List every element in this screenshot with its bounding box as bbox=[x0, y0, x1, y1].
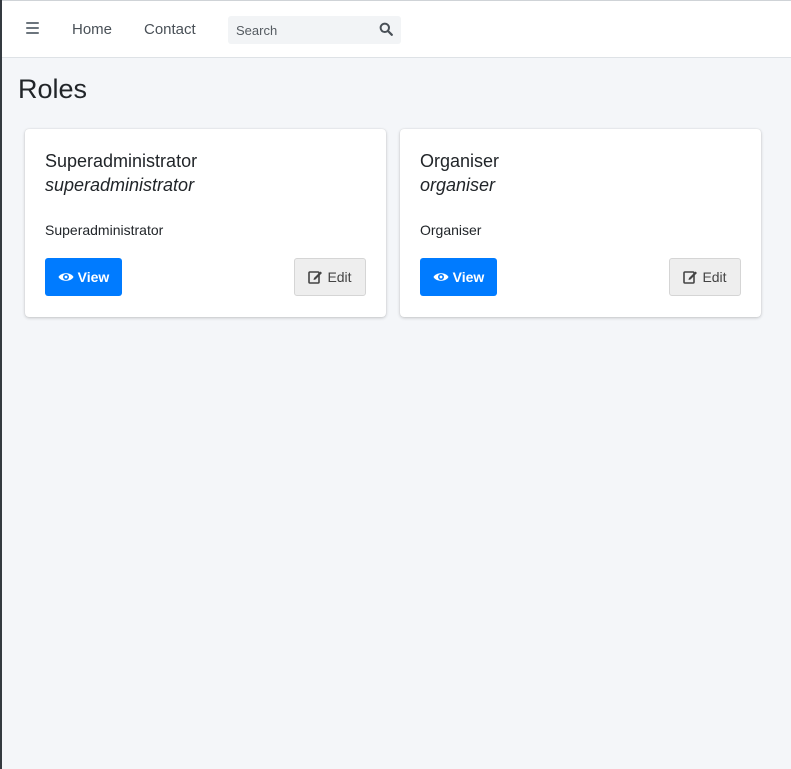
role-slug: superadministrator bbox=[45, 175, 195, 195]
top-navbar: Home Contact bbox=[2, 0, 791, 58]
role-card: Superadministrator superadministrator Su… bbox=[25, 129, 386, 317]
view-button[interactable]: View bbox=[420, 258, 497, 296]
nav-link-contact[interactable]: Contact bbox=[144, 21, 196, 38]
view-button-label: View bbox=[452, 269, 485, 285]
sidebar-edge bbox=[0, 0, 2, 769]
hamburger-icon-bar bbox=[26, 27, 39, 29]
menu-toggle-button[interactable] bbox=[26, 22, 40, 36]
role-description: Superadministrator bbox=[45, 222, 164, 238]
edit-button[interactable]: Edit bbox=[669, 258, 741, 296]
edit-button-label: Edit bbox=[702, 269, 727, 285]
view-button-label: View bbox=[77, 269, 110, 285]
eye-icon bbox=[58, 271, 74, 283]
view-button[interactable]: View bbox=[45, 258, 122, 296]
edit-button[interactable]: Edit bbox=[294, 258, 366, 296]
search-form bbox=[228, 16, 401, 44]
page-title: Roles bbox=[18, 74, 88, 104]
search-icon[interactable] bbox=[379, 22, 395, 38]
role-name: Organiser bbox=[420, 151, 500, 171]
hamburger-icon-bar bbox=[26, 22, 39, 24]
role-card: Organiser organiser Organiser View Edit bbox=[400, 129, 761, 317]
role-name: Superadministrator bbox=[45, 151, 198, 171]
edit-icon bbox=[308, 270, 323, 284]
role-slug: organiser bbox=[420, 175, 496, 195]
edit-button-label: Edit bbox=[327, 269, 352, 285]
role-description: Organiser bbox=[420, 222, 482, 238]
eye-icon bbox=[433, 271, 449, 283]
edit-icon bbox=[683, 270, 698, 284]
hamburger-icon-bar bbox=[26, 32, 39, 34]
nav-link-home[interactable]: Home bbox=[72, 21, 112, 38]
search-input[interactable] bbox=[228, 16, 373, 44]
